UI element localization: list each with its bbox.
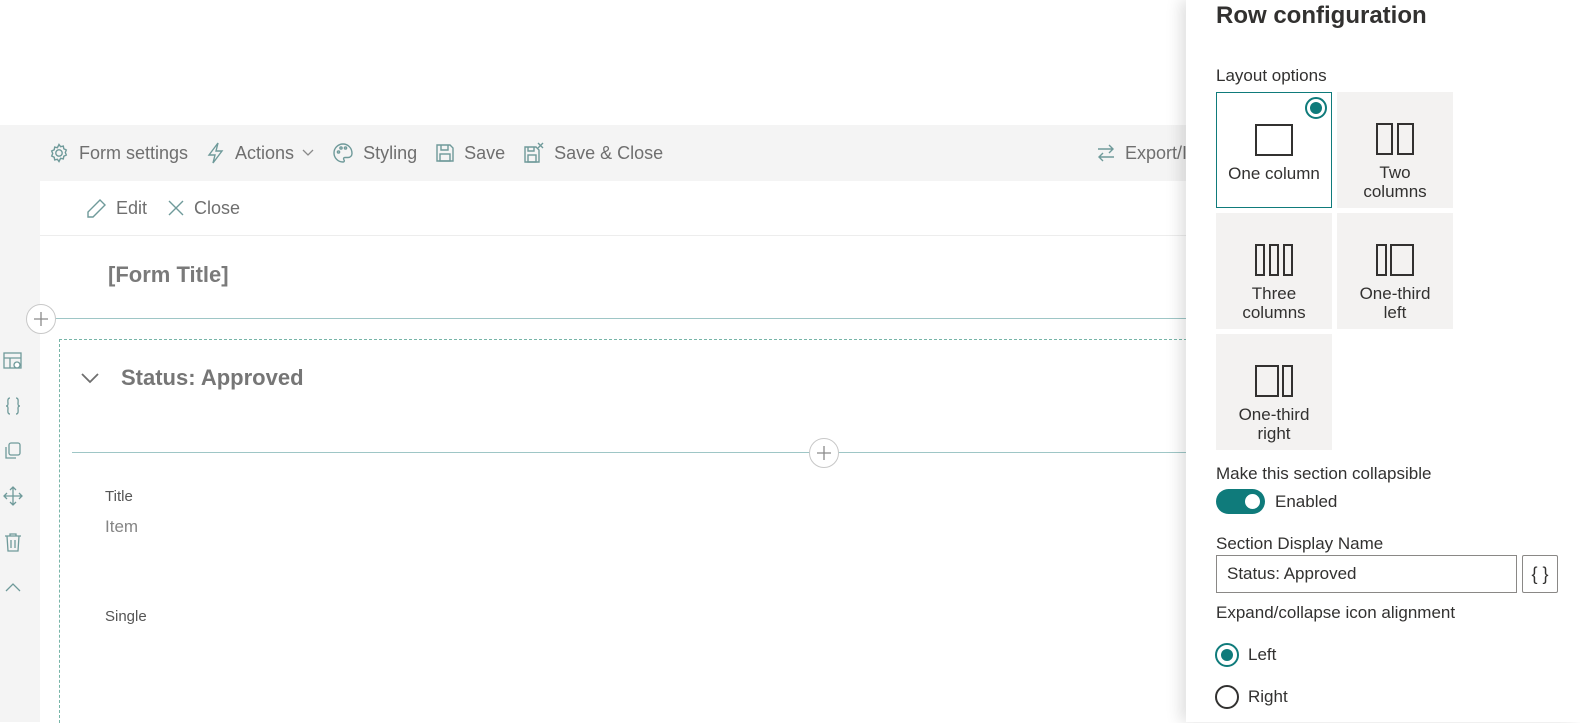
save-icon <box>435 143 455 163</box>
save-button[interactable]: Save <box>435 143 505 164</box>
one-third-left-icon <box>1376 244 1414 276</box>
lightning-icon <box>206 142 226 164</box>
field-label-single: Single <box>105 608 147 625</box>
export-button[interactable]: Export/I <box>1096 143 1187 164</box>
one-third-right-icon <box>1255 365 1293 397</box>
layout-label: One-third right <box>1238 405 1310 443</box>
alignment-right-label: Right <box>1248 687 1288 706</box>
alignment-right-radio[interactable]: Right <box>1215 685 1288 709</box>
form-title[interactable]: [Form Title] <box>108 262 229 288</box>
close-button[interactable]: Close <box>167 198 240 219</box>
chevron-down-icon <box>302 149 314 157</box>
save-close-icon <box>523 142 545 164</box>
selected-radio-icon <box>1305 97 1327 119</box>
form-toolbar: Form settings Actions Styling Save Save … <box>0 125 1187 181</box>
edit-label: Edit <box>116 197 148 218</box>
form-settings-button[interactable]: Form settings <box>48 142 188 164</box>
save-close-button[interactable]: Save & Close <box>523 142 663 164</box>
section-divider <box>40 318 1186 319</box>
selected-section[interactable] <box>59 339 1187 723</box>
section-display-name-input[interactable] <box>1216 555 1517 593</box>
panel-title: Row configuration <box>1216 2 1427 29</box>
actions-button[interactable]: Actions <box>206 142 314 164</box>
export-label: Export/I <box>1125 142 1188 163</box>
section-title: Status: Approved <box>121 365 304 390</box>
copy-icon[interactable] <box>2 440 24 462</box>
chevron-up-icon[interactable] <box>2 577 24 599</box>
layout-one-column[interactable]: One column <box>1216 92 1332 208</box>
close-label: Close <box>194 197 241 218</box>
gear-icon <box>48 142 70 164</box>
dynamic-value-button[interactable]: { } <box>1522 555 1558 593</box>
layout-three-columns[interactable]: Three columns <box>1216 213 1332 329</box>
layout-one-third-right[interactable]: One-third right <box>1216 334 1332 450</box>
alignment-left-label: Left <box>1248 645 1277 664</box>
swap-arrows-icon <box>1096 143 1116 163</box>
edit-button[interactable]: Edit <box>86 198 147 219</box>
three-columns-icon <box>1255 244 1293 276</box>
layout-label: Two columns <box>1363 163 1427 201</box>
pencil-icon <box>86 198 107 219</box>
layout-label: One-third left <box>1359 284 1431 322</box>
delete-icon[interactable] <box>2 531 24 553</box>
move-icon[interactable] <box>2 485 24 507</box>
layout-two-columns[interactable]: Two columns <box>1337 92 1453 208</box>
field-label-title: Title <box>105 488 133 505</box>
plus-icon <box>817 446 831 460</box>
close-icon <box>167 199 185 217</box>
display-name-label: Section Display Name <box>1216 534 1384 553</box>
field-value-title[interactable]: Item <box>105 517 138 537</box>
save-label: Save <box>464 142 506 163</box>
layout-label: One column <box>1228 164 1320 183</box>
plus-icon <box>34 312 48 326</box>
add-row-button[interactable] <box>809 438 839 468</box>
form-command-bar: Edit Close <box>40 181 1186 236</box>
palette-icon <box>332 142 354 164</box>
layout-label: Three columns <box>1242 284 1306 322</box>
save-close-label: Save & Close <box>554 142 664 163</box>
styling-button[interactable]: Styling <box>332 142 417 164</box>
one-column-icon <box>1255 124 1293 156</box>
collapsible-label: Make this section collapsible <box>1216 464 1432 483</box>
toggle-knob <box>1245 494 1260 509</box>
collapsible-state: Enabled <box>1275 492 1338 511</box>
braces-icon[interactable] <box>2 395 24 417</box>
two-columns-icon <box>1376 123 1414 155</box>
layout-options-label: Layout options <box>1216 66 1327 85</box>
add-section-button[interactable] <box>26 304 56 334</box>
radio-selected-icon <box>1215 643 1239 667</box>
styling-label: Styling <box>363 142 418 163</box>
alignment-left-radio[interactable]: Left <box>1215 643 1276 667</box>
actions-label: Actions <box>235 142 295 163</box>
layout-one-third-left[interactable]: One-third left <box>1337 213 1453 329</box>
row-configuration-panel: Row configuration Layout options One col… <box>1186 0 1580 722</box>
radio-unselected-icon <box>1215 685 1239 709</box>
alignment-label: Expand/collapse icon alignment <box>1216 603 1456 622</box>
section-tools-rail <box>0 181 40 722</box>
form-settings-label: Form settings <box>79 142 189 163</box>
row-divider <box>72 452 1186 453</box>
layout-settings-icon[interactable] <box>2 350 24 372</box>
collapsible-toggle[interactable] <box>1216 489 1265 514</box>
chevron-down-icon[interactable] <box>80 368 100 388</box>
